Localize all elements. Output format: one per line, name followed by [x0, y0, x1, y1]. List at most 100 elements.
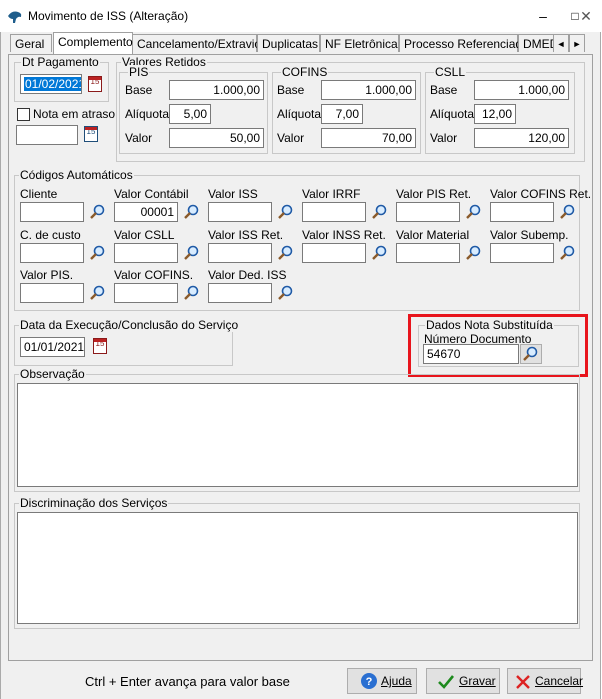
- csll-base-label: Base: [430, 83, 458, 97]
- cancelar-button[interactable]: Cancelar: [507, 668, 584, 694]
- codigo-5-input[interactable]: [490, 202, 554, 222]
- close-button[interactable]: ✕: [571, 6, 601, 26]
- search-icon[interactable]: [276, 203, 294, 221]
- observacao-title: Observação: [19, 367, 86, 381]
- execucao-date-input[interactable]: 01/01/2021: [20, 337, 85, 357]
- numero-documento-search-button[interactable]: [520, 344, 542, 364]
- csll-valor-label: Valor: [430, 131, 458, 145]
- cofins-valor-label: Valor: [277, 131, 305, 145]
- tab-cancelamento[interactable]: Cancelamento/Extravio: [132, 34, 261, 52]
- codigo-9-label: Valor INSS Ret.: [302, 228, 386, 242]
- codigo-2-label: Valor ISS: [208, 187, 258, 201]
- observacao-textarea[interactable]: [17, 383, 578, 487]
- codigo-12-label: Valor PIS.: [20, 268, 74, 282]
- search-icon[interactable]: [276, 244, 294, 262]
- tab-scroll-right-button[interactable]: ►: [569, 34, 585, 52]
- search-icon[interactable]: [276, 284, 294, 302]
- title-bar: Movimento de ISS (Alteração) – □ ✕: [0, 0, 602, 32]
- codigo-13-label: Valor COFINS.: [114, 268, 194, 282]
- codigo-7-label: Valor CSLL: [114, 228, 175, 242]
- gravar-button[interactable]: Gravar: [426, 668, 500, 694]
- cofins-aliquota-input[interactable]: 7,00: [321, 104, 363, 124]
- cofins-valor-input[interactable]: 70,00: [321, 128, 416, 148]
- search-icon[interactable]: [88, 203, 106, 221]
- search-icon[interactable]: [88, 284, 106, 302]
- tab-duplicatas[interactable]: Duplicatas: [257, 34, 320, 52]
- discriminacao-textarea[interactable]: [17, 512, 578, 624]
- tab-processo-referenciado[interactable]: Processo Referenciado: [399, 34, 529, 52]
- minimize-button[interactable]: –: [528, 6, 558, 26]
- tab-complemento[interactable]: Complemento: [53, 32, 133, 54]
- nota-atraso-checkbox[interactable]: [17, 108, 30, 121]
- codigo-3-label: Valor IRRF: [302, 187, 361, 201]
- codigo-11-label: Valor Subemp.: [490, 228, 569, 242]
- pis-base-input[interactable]: 1.000,00: [169, 80, 264, 100]
- pis-base-label: Base: [125, 83, 153, 97]
- search-icon[interactable]: [88, 244, 106, 262]
- codigo-14-input[interactable]: [208, 283, 272, 303]
- codigo-0-input[interactable]: [20, 202, 84, 222]
- search-icon[interactable]: [464, 244, 482, 262]
- cofins-title: COFINS: [281, 65, 329, 79]
- nota-atraso-calendar-icon[interactable]: 15: [84, 126, 98, 142]
- cofins-base-label: Base: [277, 83, 305, 97]
- pis-valor-label: Valor: [125, 131, 153, 145]
- codigos-automaticos-title: Códigos Automáticos: [19, 168, 134, 182]
- codigo-10-label: Valor Material: [396, 228, 470, 242]
- codigo-6-input[interactable]: [20, 243, 84, 263]
- search-icon[interactable]: [370, 244, 388, 262]
- tab-strip: Geral Complemento Cancelamento/Extravio …: [10, 32, 590, 54]
- pis-aliquota-label: Alíquota: [125, 107, 170, 121]
- dt-pagamento-calendar-icon[interactable]: 15: [88, 76, 102, 92]
- search-icon[interactable]: [558, 203, 576, 221]
- codigo-12-input[interactable]: [20, 283, 84, 303]
- codigo-13-input[interactable]: [114, 283, 178, 303]
- codigo-1-label: Valor Contábil: [114, 187, 189, 201]
- dt-pagamento-title: Dt Pagamento: [21, 55, 100, 69]
- search-icon[interactable]: [464, 203, 482, 221]
- codigo-7-input[interactable]: [114, 243, 178, 263]
- dt-pagamento-value: 01/02/2021: [24, 77, 81, 91]
- search-icon: [523, 346, 538, 361]
- codigo-8-input[interactable]: [208, 243, 272, 263]
- svg-text:?: ?: [366, 676, 373, 688]
- codigo-9-input[interactable]: [302, 243, 366, 263]
- csll-valor-input[interactable]: 120,00: [474, 128, 569, 148]
- execucao-calendar-icon[interactable]: 15: [93, 338, 107, 354]
- ajuda-label: Ajuda: [381, 674, 412, 688]
- search-icon[interactable]: [182, 284, 200, 302]
- codigo-5-label: Valor COFINS Ret.: [490, 187, 592, 201]
- cancel-x-icon: [516, 675, 530, 689]
- dt-pagamento-input[interactable]: 01/02/2021: [20, 74, 82, 94]
- pis-valor-input[interactable]: 50,00: [169, 128, 264, 148]
- tab-geral[interactable]: Geral: [10, 34, 52, 52]
- cofins-aliquota-label: Alíquota: [277, 107, 322, 121]
- codigo-4-input[interactable]: [396, 202, 460, 222]
- codigo-11-input[interactable]: [490, 243, 554, 263]
- footer-hint: Ctrl + Enter avança para valor base: [85, 674, 290, 689]
- cancelar-label: Cancelar: [535, 674, 584, 688]
- csll-base-input[interactable]: 1.000,00: [474, 80, 569, 100]
- search-icon[interactable]: [370, 203, 388, 221]
- search-icon[interactable]: [558, 244, 576, 262]
- codigo-2-input[interactable]: [208, 202, 272, 222]
- cofins-base-input[interactable]: 1.000,00: [321, 80, 416, 100]
- tab-nf-eletronica[interactable]: NF Eletrônica: [320, 34, 399, 52]
- codigo-6-label: C. de custo: [20, 228, 81, 242]
- pis-title: PIS: [128, 65, 150, 79]
- pis-aliquota-input[interactable]: 5,00: [169, 104, 211, 124]
- codigo-3-input[interactable]: [302, 202, 366, 222]
- csll-title: CSLL: [434, 65, 467, 79]
- nota-atraso-date-input[interactable]: [16, 125, 78, 145]
- ajuda-button[interactable]: ? Ajuda: [347, 668, 417, 694]
- tab-scroll-left-button[interactable]: ◄: [553, 34, 569, 52]
- execucao-title: Data da Execução/Conclusão do Serviço: [19, 318, 240, 332]
- search-icon[interactable]: [182, 203, 200, 221]
- codigo-1-input[interactable]: 00001: [114, 202, 178, 222]
- search-icon[interactable]: [182, 244, 200, 262]
- numero-documento-input[interactable]: 54670: [423, 344, 519, 364]
- codigo-8-label: Valor ISS Ret.: [208, 228, 284, 242]
- check-icon: [438, 675, 455, 689]
- csll-aliquota-input[interactable]: 12,00: [474, 104, 516, 124]
- codigo-10-input[interactable]: [396, 243, 460, 263]
